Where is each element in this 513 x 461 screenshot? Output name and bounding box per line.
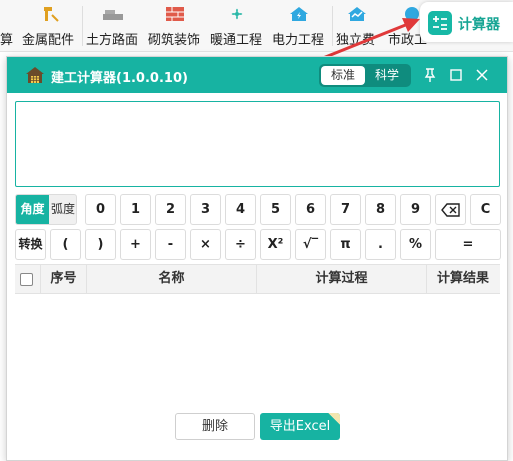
app-house-icon (26, 67, 44, 83)
ribbon-item-label: 砌筑装饰 (148, 33, 201, 48)
calculator-tab[interactable]: 计算器 (420, 2, 513, 42)
key-divide[interactable]: ÷ (225, 229, 256, 260)
road-roller-icon (103, 10, 123, 20)
column-header-process[interactable]: 计算过程 (257, 265, 427, 293)
key-4[interactable]: 4 (225, 194, 256, 225)
key-multiply[interactable]: × (190, 229, 221, 260)
column-header-name[interactable]: 名称 (87, 265, 257, 293)
key-1[interactable]: 1 (120, 194, 151, 225)
key-7[interactable]: 7 (330, 194, 361, 225)
key-plus[interactable]: + (120, 229, 151, 260)
ribbon-item-label: 土方路面 (86, 33, 139, 48)
window-title: 建工计算器(1.0.0.10) (51, 71, 188, 86)
ribbon-item-metal-fittings[interactable]: 金属配件 (22, 0, 80, 52)
key-3[interactable]: 3 (190, 194, 221, 225)
mode-scientific-button[interactable]: 科学 (365, 66, 409, 85)
key-open-paren[interactable]: ( (50, 229, 81, 260)
mode-standard-button[interactable]: 标准 (321, 66, 365, 85)
column-header-result[interactable]: 计算结果 (427, 265, 499, 293)
calculator-window: 建工计算器(1.0.0.10) 标准 科学 角度 弧度 0 1 2 3 4 5 … (6, 56, 508, 461)
key-equals[interactable]: = (435, 229, 501, 260)
brick-wall-icon (166, 7, 184, 21)
calculator-icon (428, 11, 452, 35)
key-8[interactable]: 8 (365, 194, 396, 225)
key-decimal[interactable]: . (365, 229, 396, 260)
angle-degree-option[interactable]: 角度 (16, 195, 49, 224)
window-titlebar[interactable]: 建工计算器(1.0.0.10) 标准 科学 (7, 57, 507, 93)
key-6[interactable]: 6 (295, 194, 326, 225)
key-5[interactable]: 5 (260, 194, 291, 225)
pin-icon[interactable] (421, 66, 439, 84)
backspace-button[interactable] (435, 194, 466, 225)
key-2[interactable]: 2 (155, 194, 186, 225)
ribbon-item-label: 暖通工程 (210, 33, 263, 48)
convert-button[interactable]: 转换 (15, 229, 46, 260)
ribbon-item-earthwork-road[interactable]: 土方路面 (86, 0, 144, 52)
key-pi[interactable]: π (330, 229, 361, 260)
clear-button[interactable]: C (470, 194, 501, 225)
export-excel-button[interactable]: 导出Excel (260, 413, 340, 440)
mode-switch: 标准 科学 (319, 64, 411, 87)
fan-icon (231, 8, 243, 20)
backspace-icon (440, 203, 460, 217)
key-9[interactable]: 9 (400, 194, 431, 225)
ribbon-item-hvac[interactable]: 暖通工程 (210, 0, 268, 52)
key-0[interactable]: 0 (85, 194, 116, 225)
calculator-tab-label: 计算器 (458, 17, 500, 33)
select-all-cell (15, 265, 41, 293)
close-icon[interactable] (473, 66, 491, 84)
hammer-icon (44, 7, 59, 22)
key-close-paren[interactable]: ) (85, 229, 116, 260)
calculator-display[interactable] (15, 101, 500, 187)
select-all-checkbox[interactable] (20, 273, 33, 286)
angle-radian-option[interactable]: 弧度 (49, 195, 76, 224)
maximize-icon[interactable] (447, 66, 465, 84)
ribbon-item-label: 算 (0, 33, 14, 48)
delete-button[interactable]: 删除 (175, 413, 255, 440)
angle-mode-toggle[interactable]: 角度 弧度 (15, 194, 77, 225)
history-table-header: 序号 名称 计算过程 计算结果 (15, 264, 500, 294)
ribbon-item-label: 金属配件 (22, 33, 75, 48)
key-minus[interactable]: - (155, 229, 186, 260)
export-excel-label: 导出Excel (269, 419, 331, 434)
ribbon-item-masonry-decoration[interactable]: 砌筑装饰 (148, 0, 206, 52)
vip-corner-icon (328, 413, 340, 425)
ribbon-item-partial[interactable]: 算 (0, 0, 16, 52)
key-sqrt[interactable]: √‾ (295, 229, 326, 260)
ribbon-separator (82, 6, 83, 46)
column-header-index[interactable]: 序号 (41, 265, 87, 293)
key-square[interactable]: X² (260, 229, 291, 260)
key-percent[interactable]: % (400, 229, 431, 260)
